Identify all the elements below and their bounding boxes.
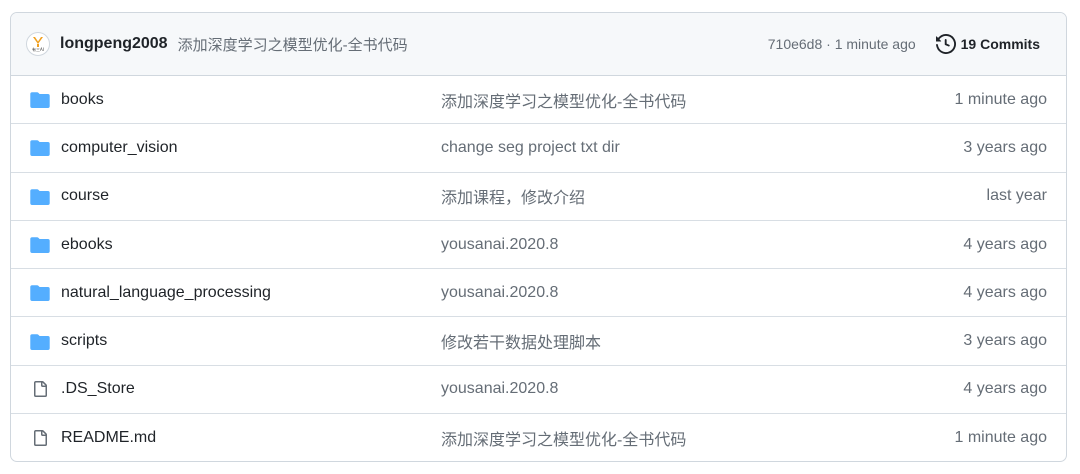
file-row-ebooks[interactable]: ebooks yousanai.2020.8 4 years ago: [11, 221, 1066, 270]
file-name-link[interactable]: .DS_Store: [61, 380, 441, 398]
folder-icon: [30, 284, 50, 302]
file-browser-panel: 有三AI longpeng2008 添加深度学习之模型优化-全书代码 710e6…: [10, 12, 1067, 462]
file-name-link[interactable]: computer_vision: [61, 139, 441, 157]
folder-icon: [30, 332, 50, 350]
commits-count-label: 19 Commits: [960, 36, 1040, 52]
file-icon: [30, 380, 50, 398]
commits-history-link[interactable]: 19 Commits: [935, 34, 1052, 54]
file-row-computer-vision[interactable]: computer_vision change seg project txt di…: [11, 124, 1066, 173]
file-name-link[interactable]: ebooks: [61, 236, 441, 254]
file-name-link[interactable]: scripts: [61, 332, 441, 350]
file-commit-age: 4 years ago: [963, 380, 1047, 398]
file-name-link[interactable]: books: [61, 91, 441, 109]
file-commit-age: 4 years ago: [963, 283, 1047, 301]
file-icon: [30, 429, 50, 447]
file-row-books[interactable]: books 添加深度学习之模型优化-全书代码 1 minute ago: [11, 76, 1066, 125]
file-commit-age: 1 minute ago: [954, 90, 1047, 108]
file-row-natural-language-processing[interactable]: natural_language_processing yousanai.2020…: [11, 269, 1066, 318]
latest-commit-header: 有三AI longpeng2008 添加深度学习之模型优化-全书代码 710e6…: [11, 13, 1066, 76]
file-name-link[interactable]: README.md: [61, 429, 441, 447]
file-commit-message-link[interactable]: change seg project txt dir: [441, 139, 963, 157]
folder-icon: [30, 139, 50, 157]
file-commit-age: 3 years ago: [963, 332, 1047, 350]
avatar-text: 有三AI: [32, 46, 44, 52]
file-commit-message-link[interactable]: 添加课程，修改介绍: [441, 184, 987, 208]
file-list: books 添加深度学习之模型优化-全书代码 1 minute ago compute…: [11, 76, 1066, 461]
file-name-link[interactable]: course: [61, 187, 441, 205]
file-row-readme-md[interactable]: README.md 添加深度学习之模型优化-全书代码 1 minute ago: [11, 414, 1066, 461]
file-row-course[interactable]: course 添加课程，修改介绍 last year: [11, 173, 1066, 221]
file-row-scripts[interactable]: scripts 修改若干数据处理脚本 3 years ago: [11, 317, 1066, 366]
folder-icon: [30, 91, 50, 109]
file-commit-message-link[interactable]: yousanai.2020.8: [441, 284, 963, 302]
file-row-ds-store[interactable]: .DS_Store yousanai.2020.8 4 years ago: [11, 366, 1066, 415]
file-commit-age: last year: [986, 187, 1047, 205]
history-clock-icon: [935, 34, 956, 54]
file-commit-message-link[interactable]: yousanai.2020.8: [441, 380, 963, 398]
folder-icon: [30, 236, 50, 254]
file-commit-age: 3 years ago: [963, 138, 1047, 156]
file-commit-message-link[interactable]: 修改若干数据处理脚本: [441, 329, 963, 353]
latest-commit-message[interactable]: 添加深度学习之模型优化-全书代码: [178, 34, 408, 55]
commit-sha-time[interactable]: 710e6d8 · 1 minute ago: [768, 36, 916, 52]
file-commit-message-link[interactable]: yousanai.2020.8: [441, 236, 963, 254]
yousanai-logo-icon: 有三AI: [27, 33, 49, 55]
folder-icon: [30, 187, 50, 205]
file-commit-age: 4 years ago: [963, 235, 1047, 253]
file-commit-age: 1 minute ago: [954, 429, 1047, 447]
file-name-link[interactable]: natural_language_processing: [61, 284, 441, 302]
file-commit-message-link[interactable]: 添加深度学习之模型优化-全书代码: [441, 88, 954, 112]
avatar[interactable]: 有三AI: [26, 32, 50, 56]
commit-author[interactable]: longpeng2008: [60, 35, 168, 53]
file-commit-message-link[interactable]: 添加深度学习之模型优化-全书代码: [441, 426, 954, 450]
